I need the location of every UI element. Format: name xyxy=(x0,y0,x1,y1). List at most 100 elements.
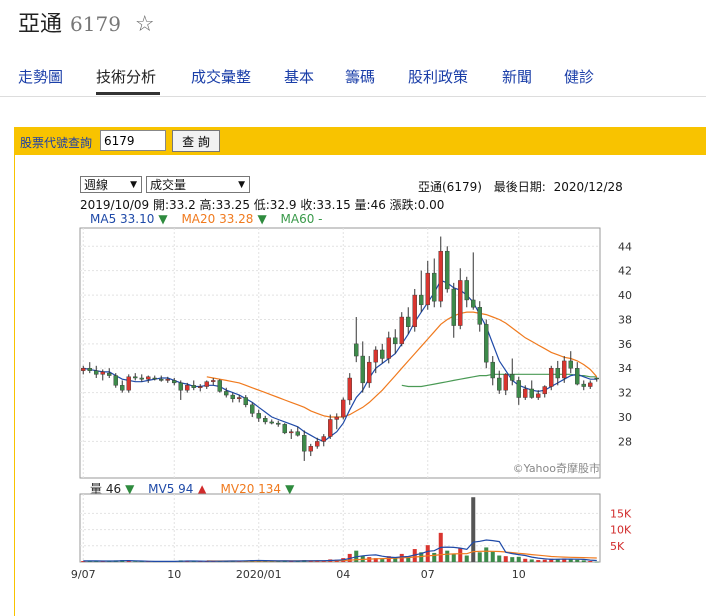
candle-body xyxy=(87,368,92,371)
volume-bars xyxy=(81,497,599,563)
tab-technical[interactable]: 技術分析 xyxy=(96,66,156,87)
volume-bar xyxy=(347,553,352,562)
candle-body xyxy=(81,368,86,371)
candle-body xyxy=(159,379,164,381)
volume-bar xyxy=(256,560,261,562)
price-chart-frame xyxy=(79,227,601,479)
time-tick-label: 07 xyxy=(421,568,435,581)
last-date: 2020/12/28 xyxy=(553,180,623,194)
candle-body xyxy=(289,431,294,434)
candle-body xyxy=(133,376,138,379)
candle-body xyxy=(100,371,105,375)
mv20-line xyxy=(206,550,597,562)
tab-bar: 走勢圖 技術分析 成交彙整 基本 籌碼 股利政策 新聞 健診 xyxy=(0,56,706,97)
volume-bar xyxy=(581,560,586,562)
ma60-label: MA60 - xyxy=(280,212,323,226)
volume-bar xyxy=(328,559,333,562)
ma-legend: MA5 33.10 ▼ MA20 33.28 ▼ MA60 - xyxy=(90,212,326,226)
candle-body xyxy=(406,316,411,327)
volume-bar xyxy=(458,548,463,562)
stock-info: 亞通(6179) 最後日期: 2020/12/28 xyxy=(418,178,623,195)
volume-bar xyxy=(250,560,255,562)
candle-body xyxy=(458,280,463,326)
axis-labels: 28 30 32 34 36 38 40 42 44 15K 10K 5K 9/07 10 2020/01 0… xyxy=(71,240,632,581)
candle-body xyxy=(373,349,378,363)
volume-bar xyxy=(81,561,86,562)
volume-bar xyxy=(146,561,151,562)
tab-news[interactable]: 新聞 xyxy=(502,66,532,87)
candle-body xyxy=(152,377,157,380)
volume-bar xyxy=(204,561,209,562)
volume-bar xyxy=(94,560,99,562)
volume-bar xyxy=(373,558,378,562)
candle-body xyxy=(549,368,554,387)
candle-body xyxy=(490,361,495,379)
volume-bar xyxy=(321,560,326,562)
period-select[interactable]: 週線 ▼ xyxy=(80,176,142,193)
tab-dividend[interactable]: 股利政策 xyxy=(408,66,468,87)
candle-body xyxy=(477,307,482,325)
volume-bar xyxy=(133,561,138,562)
candle-body xyxy=(432,272,437,302)
volume-bar xyxy=(523,558,528,562)
candle-body xyxy=(256,413,261,419)
candle-body xyxy=(230,394,235,399)
volume-bar xyxy=(386,556,391,562)
mv20-arrow-icon: ▼ xyxy=(285,482,295,496)
ma5-arrow-icon: ▼ xyxy=(158,212,168,226)
candle-body xyxy=(503,374,508,391)
candle-body xyxy=(263,418,268,423)
volume-bar xyxy=(152,561,157,563)
ma5-line xyxy=(83,279,597,443)
volume-bar xyxy=(575,559,580,562)
volume-bar xyxy=(126,560,131,562)
candle-body xyxy=(185,385,190,391)
price-tick-label: 44 xyxy=(618,240,632,253)
tab-chips[interactable]: 籌碼 xyxy=(345,66,375,87)
volume-chart-frame xyxy=(79,493,601,563)
tab-trend[interactable]: 走勢圖 xyxy=(18,66,63,87)
stock-name: 亞通 xyxy=(18,12,63,37)
ma20-arrow-icon: ▼ xyxy=(257,212,267,226)
volume-bar xyxy=(185,561,190,562)
tab-health[interactable]: 健診 xyxy=(564,66,594,87)
volume-bar xyxy=(172,561,177,562)
candle-body xyxy=(341,399,346,418)
indicator-select[interactable]: 成交量 ▼ xyxy=(146,176,250,193)
volume-bar xyxy=(237,561,242,562)
volume-bar xyxy=(419,552,424,562)
volume-bar xyxy=(568,559,573,562)
volume-bar xyxy=(477,552,482,562)
tab-trades[interactable]: 成交彙整 xyxy=(191,66,251,87)
yahoo-watermark: ©Yahoo奇摩股市 xyxy=(513,461,600,475)
candle-body xyxy=(516,380,521,398)
time-tick-label: 10 xyxy=(512,568,526,581)
volume-bar xyxy=(503,556,508,562)
volume-bar xyxy=(438,532,443,562)
favorite-star-icon[interactable]: ☆ xyxy=(135,12,155,37)
volume-bar xyxy=(510,557,515,562)
stock-code: 6179 xyxy=(70,12,121,36)
time-tick-label: 10 xyxy=(167,568,181,581)
volume-bar xyxy=(87,561,92,562)
price-tick-label: 34 xyxy=(618,362,632,375)
time-tick-label: 2020/01 xyxy=(236,568,282,581)
candlesticks xyxy=(81,236,599,461)
candle-body xyxy=(328,419,333,437)
mv5-label: MV5 94 xyxy=(148,482,194,496)
candle-body xyxy=(594,377,599,380)
candle-body xyxy=(178,382,183,391)
volume-bar xyxy=(536,560,541,562)
period-dropdown-arrow-icon: ▼ xyxy=(130,180,137,190)
candle-body xyxy=(334,416,339,420)
volume-bar xyxy=(354,550,359,562)
volume-bar xyxy=(380,559,385,562)
ma60-line xyxy=(401,373,597,388)
candle-body xyxy=(451,288,456,326)
stock-code-input[interactable] xyxy=(100,130,166,151)
query-button[interactable]: 查 詢 xyxy=(172,130,220,152)
volume-bar xyxy=(224,560,229,562)
chart-grid xyxy=(80,228,600,562)
stock-label: 亞通(6179) xyxy=(418,180,482,194)
tab-basic[interactable]: 基本 xyxy=(284,66,314,87)
